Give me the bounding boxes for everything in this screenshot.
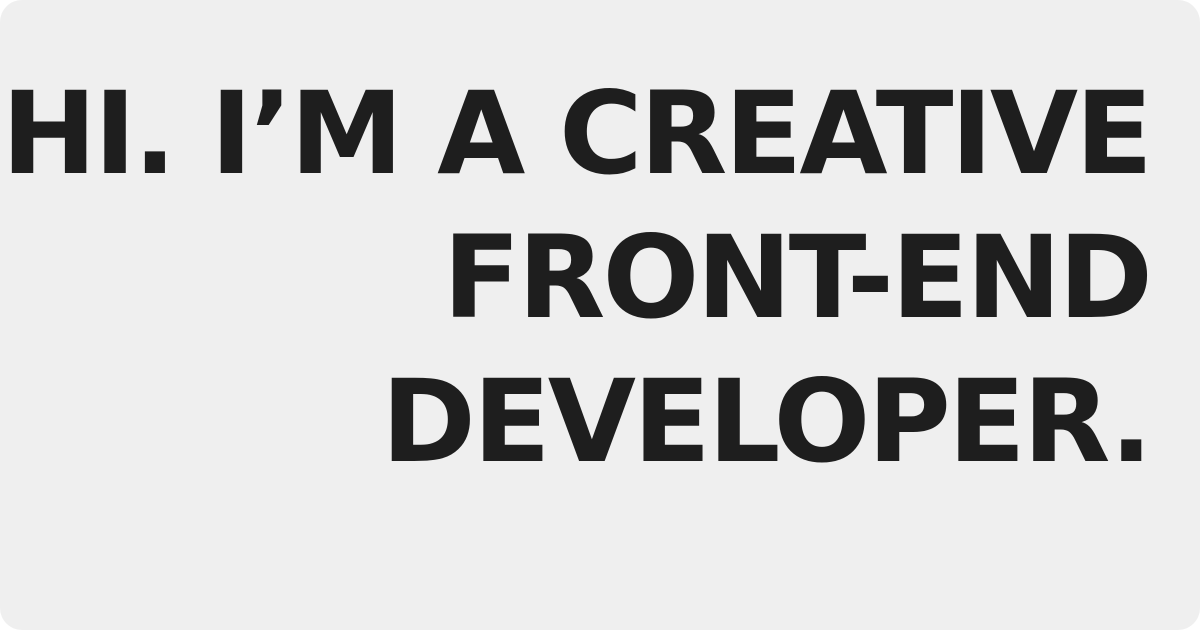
hero-headline: HI. I’M A CREATIVE FRONT-END DEVELOPER. <box>1 62 1153 494</box>
headline-line-1: HI. I’M A CREATIVE <box>1 67 1153 200</box>
headline-line-2: FRONT-END <box>442 211 1153 344</box>
hero-card: HI. I’M A CREATIVE FRONT-END DEVELOPER. <box>0 0 1200 630</box>
headline-line-3: DEVELOPER. <box>381 355 1153 488</box>
